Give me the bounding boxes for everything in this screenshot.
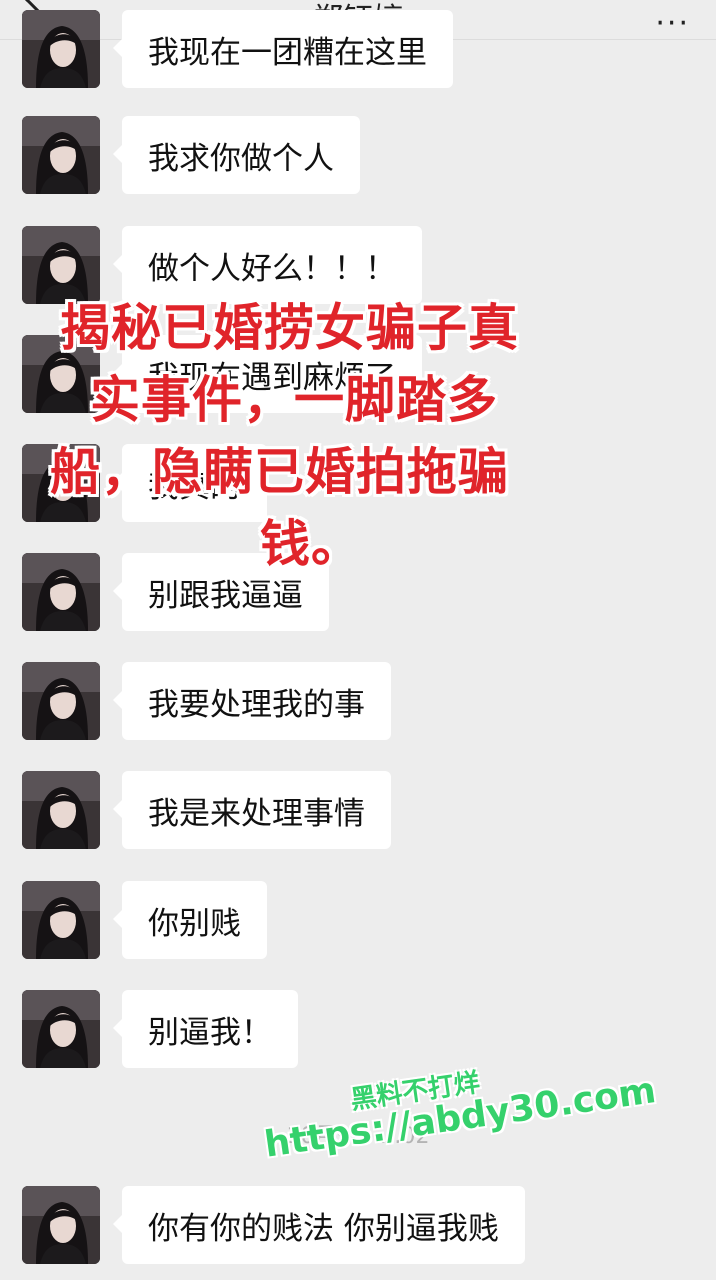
contact-avatar[interactable] — [22, 116, 100, 194]
headline-line: 实事件，一脚踏多 — [90, 371, 498, 429]
message-bubble[interactable]: 你有你的贱法 你别逼我贱 — [113, 1186, 525, 1264]
message-bubble[interactable]: 我现在一团糟在这里 — [113, 10, 453, 88]
message-bubble[interactable]: 你别贱 — [113, 881, 267, 959]
message-bubble[interactable]: 我要处理我的事 — [113, 662, 391, 740]
more-dots-icon[interactable]: ··· — [655, 6, 690, 41]
headline-line: 船，隐瞒已婚拍拖骗 — [50, 443, 509, 501]
contact-avatar[interactable] — [22, 771, 100, 849]
overlay-headline: 揭秘已婚捞女骗子真 实事件，一脚踏多 船，隐瞒已婚拍拖骗 钱。 — [50, 292, 600, 580]
contact-avatar[interactable] — [22, 990, 100, 1068]
headline-line: 揭秘已婚捞女骗子真 — [60, 299, 519, 357]
message-bubble[interactable]: 别逼我！ — [113, 990, 298, 1068]
contact-avatar[interactable] — [22, 1186, 100, 1264]
contact-avatar[interactable] — [22, 10, 100, 88]
contact-avatar[interactable] — [22, 662, 100, 740]
message-bubble[interactable]: 我是来处理事情 — [113, 771, 391, 849]
contact-avatar[interactable] — [22, 881, 100, 959]
headline-line: 钱。 — [260, 515, 362, 573]
chat-screen: 郑钰婷 ··· 我现在一团糟在这里我求你做个人做个人好么！！！我现在遇到麻烦了我… — [0, 0, 716, 1280]
message-bubble[interactable]: 我求你做个人 — [113, 116, 360, 194]
